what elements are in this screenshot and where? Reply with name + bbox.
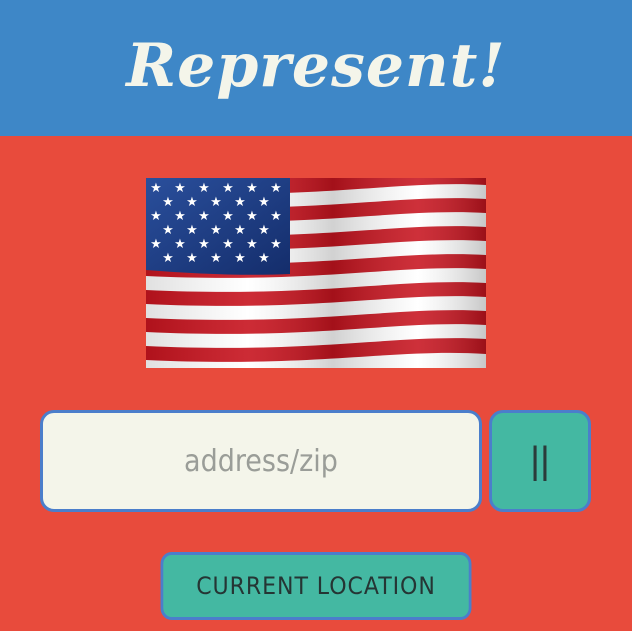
current-location-button[interactable]: CURRENT LOCATION (160, 552, 472, 620)
svg-text:★: ★ (222, 209, 234, 224)
svg-text:★: ★ (186, 195, 198, 210)
current-location-label: CURRENT LOCATION (196, 572, 436, 600)
svg-text:★: ★ (270, 209, 282, 224)
svg-text:★: ★ (222, 237, 234, 252)
submit-button-label: || (530, 439, 550, 482)
svg-text:★: ★ (246, 209, 258, 224)
svg-text:★: ★ (258, 195, 270, 210)
svg-text:★: ★ (198, 237, 210, 252)
svg-text:★: ★ (150, 209, 162, 224)
svg-text:★: ★ (162, 251, 174, 266)
svg-text:★: ★ (174, 209, 186, 224)
search-submit-button[interactable]: || (489, 410, 591, 512)
svg-text:★: ★ (162, 223, 174, 238)
app-title: Represent! (126, 31, 506, 101)
address-zip-input[interactable] (40, 410, 482, 512)
svg-text:★: ★ (234, 223, 246, 238)
us-flag-icon: ★ ★ ★ ★ ★ ★ ★ ★ ★ ★ ★ ★ ★ ★ ★ ★ ★ ★ ★ ★ ★ ★ ★ ★ ★ ★ ★ ★ ★ ★ ★ ★ ★ (146, 178, 486, 368)
svg-text:★: ★ (246, 237, 258, 252)
svg-text:★: ★ (210, 223, 222, 238)
svg-text:★: ★ (258, 223, 270, 238)
svg-text:★: ★ (210, 251, 222, 266)
svg-text:★: ★ (234, 195, 246, 210)
svg-text:★: ★ (198, 181, 210, 196)
svg-text:★: ★ (150, 237, 162, 252)
svg-text:★: ★ (270, 181, 282, 196)
svg-text:★: ★ (150, 181, 162, 196)
svg-text:★: ★ (258, 251, 270, 266)
svg-text:★: ★ (210, 195, 222, 210)
svg-text:★: ★ (198, 209, 210, 224)
svg-text:★: ★ (162, 195, 174, 210)
svg-text:★: ★ (186, 251, 198, 266)
svg-text:★: ★ (174, 181, 186, 196)
svg-text:★: ★ (246, 181, 258, 196)
svg-text:★: ★ (174, 237, 186, 252)
app-header: Represent! (0, 0, 632, 136)
svg-text:★: ★ (234, 251, 246, 266)
svg-text:★: ★ (222, 181, 234, 196)
svg-text:★: ★ (186, 223, 198, 238)
svg-text:★: ★ (270, 237, 282, 252)
